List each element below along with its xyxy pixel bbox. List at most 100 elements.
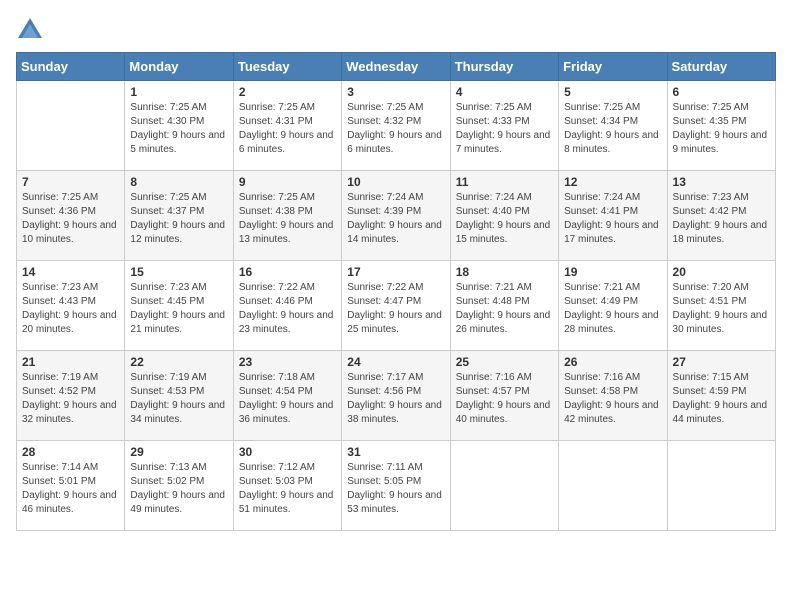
day-cell: 20 Sunrise: 7:20 AMSunset: 4:51 PMDayligh… xyxy=(667,261,775,351)
day-cell: 25 Sunrise: 7:16 AMSunset: 4:57 PMDayligh… xyxy=(450,351,558,441)
header-cell-saturday: Saturday xyxy=(667,53,775,81)
day-cell: 8 Sunrise: 7:25 AMSunset: 4:37 PMDaylight… xyxy=(125,171,233,261)
date-number: 25 xyxy=(456,355,553,369)
day-cell: 9Sunrise: 7:25 AMSunset: 4:38 PMDaylight… xyxy=(233,171,341,261)
date-number: 13 xyxy=(673,175,770,189)
day-cell: 15 Sunrise: 7:23 AMSunset: 4:45 PMDayligh… xyxy=(125,261,233,351)
day-info: Sunrise: 7:24 AMSunset: 4:41 PMDaylight:… xyxy=(564,191,661,247)
date-number: 30 xyxy=(239,445,336,459)
date-number: 3 xyxy=(347,85,444,99)
day-info: Sunrise: 7:23 AMSunset: 4:42 PMDaylight:… xyxy=(673,191,770,247)
day-info: Sunrise: 7:25 AMSunset: 4:37 PMDaylight:… xyxy=(130,191,227,247)
day-cell: 14Sunrise: 7:23 AMSunset: 4:43 PMDayligh… xyxy=(17,261,125,351)
day-info: Sunrise: 7:21 AMSunset: 4:48 PMDaylight:… xyxy=(456,281,553,337)
day-cell: 24 Sunrise: 7:17 AMSunset: 4:56 PMDayligh… xyxy=(342,351,450,441)
day-cell: 16 Sunrise: 7:22 AMSunset: 4:46 PMDayligh… xyxy=(233,261,341,351)
day-cell: 3Sunrise: 7:25 AMSunset: 4:32 PMDaylight… xyxy=(342,81,450,171)
date-number: 6 xyxy=(673,85,770,99)
day-cell: 22 Sunrise: 7:19 AMSunset: 4:53 PMDayligh… xyxy=(125,351,233,441)
date-number: 14 xyxy=(22,265,119,279)
day-cell: 18Sunrise: 7:21 AMSunset: 4:48 PMDayligh… xyxy=(450,261,558,351)
day-cell: 23 Sunrise: 7:18 AMSunset: 4:54 PMDayligh… xyxy=(233,351,341,441)
date-number: 5 xyxy=(564,85,661,99)
day-info: Sunrise: 7:25 AMSunset: 4:34 PMDaylight:… xyxy=(564,101,661,157)
day-cell: 7 Sunrise: 7:25 AMSunset: 4:36 PMDaylight… xyxy=(17,171,125,261)
logo-icon xyxy=(16,16,44,44)
week-row-1: 1Sunrise: 7:25 AMSunset: 4:30 PMDaylight… xyxy=(17,81,776,171)
day-cell: 1Sunrise: 7:25 AMSunset: 4:30 PMDaylight… xyxy=(125,81,233,171)
logo xyxy=(16,16,48,44)
week-row-3: 14Sunrise: 7:23 AMSunset: 4:43 PMDayligh… xyxy=(17,261,776,351)
calendar-table: SundayMondayTuesdayWednesdayThursdayFrid… xyxy=(16,52,776,531)
date-number: 8 xyxy=(130,175,227,189)
day-info: Sunrise: 7:20 AMSunset: 4:51 PMDaylight:… xyxy=(673,281,770,337)
date-number: 23 xyxy=(239,355,336,369)
day-cell xyxy=(17,81,125,171)
day-cell: 31Sunrise: 7:11 AMSunset: 5:05 PMDayligh… xyxy=(342,441,450,531)
day-info: Sunrise: 7:25 AMSunset: 4:38 PMDaylight:… xyxy=(239,191,336,247)
header-cell-tuesday: Tuesday xyxy=(233,53,341,81)
day-cell xyxy=(559,441,667,531)
date-number: 28 xyxy=(22,445,119,459)
date-number: 11 xyxy=(456,175,553,189)
date-number: 27 xyxy=(673,355,770,369)
day-info: Sunrise: 7:21 AMSunset: 4:49 PMDaylight:… xyxy=(564,281,661,337)
day-cell: 6 Sunrise: 7:25 AMSunset: 4:35 PMDaylight… xyxy=(667,81,775,171)
day-cell: 19 Sunrise: 7:21 AMSunset: 4:49 PMDayligh… xyxy=(559,261,667,351)
day-cell: 17Sunrise: 7:22 AMSunset: 4:47 PMDayligh… xyxy=(342,261,450,351)
day-cell: 28 Sunrise: 7:14 AMSunset: 5:01 PMDayligh… xyxy=(17,441,125,531)
header-cell-wednesday: Wednesday xyxy=(342,53,450,81)
day-info: Sunrise: 7:25 AMSunset: 4:36 PMDaylight:… xyxy=(22,191,119,247)
day-info: Sunrise: 7:11 AMSunset: 5:05 PMDaylight:… xyxy=(347,461,444,517)
day-info: Sunrise: 7:23 AMSunset: 4:45 PMDaylight:… xyxy=(130,281,227,337)
header-cell-thursday: Thursday xyxy=(450,53,558,81)
date-number: 16 xyxy=(239,265,336,279)
date-number: 1 xyxy=(130,85,227,99)
date-number: 17 xyxy=(347,265,444,279)
date-number: 21 xyxy=(22,355,119,369)
day-info: Sunrise: 7:14 AMSunset: 5:01 PMDaylight:… xyxy=(22,461,119,517)
header-cell-sunday: Sunday xyxy=(17,53,125,81)
header-cell-monday: Monday xyxy=(125,53,233,81)
day-info: Sunrise: 7:17 AMSunset: 4:56 PMDaylight:… xyxy=(347,371,444,427)
day-info: Sunrise: 7:25 AMSunset: 4:31 PMDaylight:… xyxy=(239,101,336,157)
day-cell: 11Sunrise: 7:24 AMSunset: 4:40 PMDayligh… xyxy=(450,171,558,261)
day-info: Sunrise: 7:12 AMSunset: 5:03 PMDaylight:… xyxy=(239,461,336,517)
day-info: Sunrise: 7:22 AMSunset: 4:46 PMDaylight:… xyxy=(239,281,336,337)
day-info: Sunrise: 7:19 AMSunset: 4:52 PMDaylight:… xyxy=(22,371,119,427)
date-number: 2 xyxy=(239,85,336,99)
date-number: 7 xyxy=(22,175,119,189)
day-cell: 12 Sunrise: 7:24 AMSunset: 4:41 PMDayligh… xyxy=(559,171,667,261)
date-number: 10 xyxy=(347,175,444,189)
day-cell xyxy=(667,441,775,531)
day-cell: 27 Sunrise: 7:15 AMSunset: 4:59 PMDayligh… xyxy=(667,351,775,441)
day-cell xyxy=(450,441,558,531)
date-number: 15 xyxy=(130,265,227,279)
day-cell: 2 Sunrise: 7:25 AMSunset: 4:31 PMDaylight… xyxy=(233,81,341,171)
day-info: Sunrise: 7:13 AMSunset: 5:02 PMDaylight:… xyxy=(130,461,227,517)
day-info: Sunrise: 7:19 AMSunset: 4:53 PMDaylight:… xyxy=(130,371,227,427)
day-cell: 26 Sunrise: 7:16 AMSunset: 4:58 PMDayligh… xyxy=(559,351,667,441)
date-number: 26 xyxy=(564,355,661,369)
date-number: 4 xyxy=(456,85,553,99)
day-info: Sunrise: 7:16 AMSunset: 4:57 PMDaylight:… xyxy=(456,371,553,427)
day-cell: 10 Sunrise: 7:24 AMSunset: 4:39 PMDayligh… xyxy=(342,171,450,261)
day-info: Sunrise: 7:18 AMSunset: 4:54 PMDaylight:… xyxy=(239,371,336,427)
week-row-5: 28 Sunrise: 7:14 AMSunset: 5:01 PMDayligh… xyxy=(17,441,776,531)
week-row-2: 7 Sunrise: 7:25 AMSunset: 4:36 PMDaylight… xyxy=(17,171,776,261)
date-number: 29 xyxy=(130,445,227,459)
date-number: 22 xyxy=(130,355,227,369)
day-cell: 13 Sunrise: 7:23 AMSunset: 4:42 PMDayligh… xyxy=(667,171,775,261)
week-row-4: 21 Sunrise: 7:19 AMSunset: 4:52 PMDayligh… xyxy=(17,351,776,441)
day-cell: 5 Sunrise: 7:25 AMSunset: 4:34 PMDaylight… xyxy=(559,81,667,171)
day-info: Sunrise: 7:25 AMSunset: 4:35 PMDaylight:… xyxy=(673,101,770,157)
date-number: 24 xyxy=(347,355,444,369)
day-info: Sunrise: 7:15 AMSunset: 4:59 PMDaylight:… xyxy=(673,371,770,427)
day-info: Sunrise: 7:24 AMSunset: 4:39 PMDaylight:… xyxy=(347,191,444,247)
day-info: Sunrise: 7:16 AMSunset: 4:58 PMDaylight:… xyxy=(564,371,661,427)
header xyxy=(16,16,776,44)
date-number: 19 xyxy=(564,265,661,279)
date-number: 12 xyxy=(564,175,661,189)
day-cell: 21 Sunrise: 7:19 AMSunset: 4:52 PMDayligh… xyxy=(17,351,125,441)
date-number: 20 xyxy=(673,265,770,279)
